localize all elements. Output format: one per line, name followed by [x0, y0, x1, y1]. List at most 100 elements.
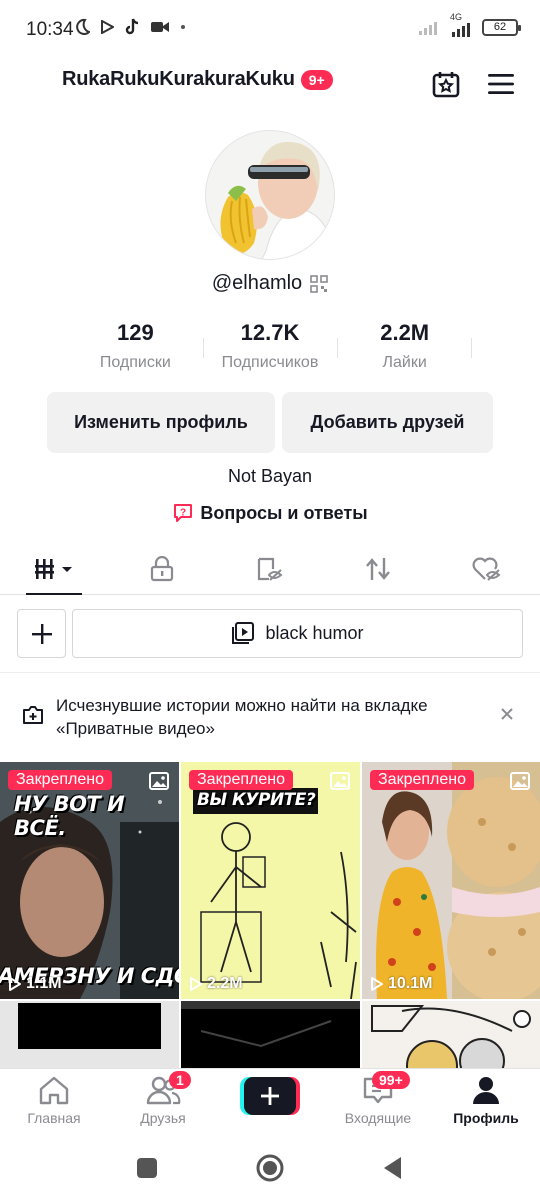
profile-stats: 129 Подписки 12.7K Подписчиков 2.2M Лайк… [68, 320, 472, 380]
add-playlist-button[interactable] [17, 609, 66, 658]
profile-handle[interactable]: @elhamlo [212, 272, 302, 295]
divider [0, 672, 540, 673]
pinned-badge: Закреплено [8, 770, 112, 790]
video-thumbnail[interactable]: Закреплено 10.1M [362, 762, 540, 999]
nav-profile[interactable]: Профиль [436, 1075, 536, 1126]
photo-icon [330, 772, 350, 790]
handle-row: @elhamlo [0, 272, 540, 295]
creator-tools-button[interactable] [428, 66, 464, 102]
view-count: 10.1M [370, 975, 432, 993]
video-thumbnail[interactable] [0, 1001, 179, 1068]
friends-badge: 1 [169, 1071, 191, 1089]
profile-header: RukaRukuKurakuraKuku 9+ [0, 60, 540, 106]
lock-icon [150, 555, 174, 581]
notice-text: Исчезнувшие истории можно найти на вклад… [56, 696, 428, 738]
stats-divider [471, 338, 472, 358]
stat-value: 12.7K [240, 320, 300, 345]
play-icon [371, 977, 383, 991]
tab-liked[interactable] [432, 543, 540, 594]
video-caption-top: НУ ВОТ И ВСЁ. [14, 792, 125, 840]
view-count-value: 1.1M [26, 975, 62, 992]
edit-profile-label: Изменить профиль [74, 412, 248, 432]
plus-icon [261, 1087, 279, 1105]
profile-icon [473, 1077, 499, 1104]
tab-videos[interactable] [0, 543, 108, 595]
heart-off-icon [472, 557, 501, 581]
video-grid: Закреплено НУ ВОТ И ВСЁ. АМЕРЗНУ И СДОХ … [0, 762, 540, 1068]
close-icon[interactable] [497, 704, 517, 724]
battery-icon: 62 [482, 18, 521, 36]
stat-followers[interactable]: 12.7K Подписчиков [202, 320, 338, 380]
pinned-badge: Закреплено [189, 770, 293, 790]
qr-code-icon[interactable] [310, 274, 328, 293]
status-icons-right: 4G 62 [418, 12, 521, 38]
status-time: 10:34 [26, 19, 74, 40]
video-camera-icon [151, 22, 169, 32]
nav-friends-label: Друзья [140, 1110, 186, 1126]
qa-label: Вопросы и ответы [200, 502, 368, 523]
play-icon [9, 977, 21, 991]
grid-icon [35, 558, 72, 579]
disappearing-stories-notice: Исчезнувшие истории можно найти на вклад… [0, 688, 540, 748]
repost-icon [366, 557, 390, 580]
playlist-name: black humor [265, 623, 364, 643]
edit-profile-button[interactable]: Изменить профиль [47, 392, 275, 453]
home-icon [39, 1076, 69, 1105]
video-thumbnail[interactable]: Закреплено ВЫ КУРИТЕ? 2.2M [181, 762, 360, 999]
home-circle-icon[interactable] [255, 1153, 285, 1183]
stat-label: Подписчиков [221, 354, 319, 371]
view-count: 2.2M [189, 975, 243, 993]
tab-reposts[interactable] [324, 543, 432, 594]
pinned-badge: Закреплено [370, 770, 474, 790]
nav-home[interactable]: Главная [4, 1075, 104, 1126]
video-caption-top: ВЫ КУРИТЕ? [197, 790, 316, 810]
stat-likes[interactable]: 2.2M Лайки [337, 320, 472, 380]
inbox-badge: 99+ [372, 1071, 410, 1089]
profile-tabs [0, 543, 540, 595]
tiktok-icon [125, 18, 139, 35]
add-friends-label: Добавить друзей [310, 412, 465, 432]
notification-badge: 9+ [300, 69, 333, 90]
nav-inbox-label: Входящие [344, 1110, 412, 1126]
video-thumbnail[interactable] [362, 1001, 540, 1068]
stat-label: Лайки [382, 354, 427, 371]
video-thumbnail[interactable]: Закреплено НУ ВОТ И ВСЁ. АМЕРЗНУ И СДОХ … [0, 762, 179, 999]
signal-4g-icon: 4G [448, 12, 476, 38]
view-count-value: 2.2M [207, 975, 243, 992]
stat-label: Подписки [99, 354, 171, 371]
add-friends-button[interactable]: Добавить друзей [282, 392, 493, 453]
profile-bio: Not Bayan [227, 466, 313, 486]
stat-following[interactable]: 129 Подписки [68, 320, 203, 380]
svg-text:?: ? [180, 508, 186, 519]
nav-profile-label: Профиль [453, 1110, 519, 1126]
photo-icon [149, 772, 169, 790]
play-icon [190, 977, 202, 991]
bottom-navigation: Главная Друзья 1 Входящие 99+ Профиль [0, 1068, 540, 1138]
hamburger-menu-icon [488, 74, 514, 94]
camera-plus-icon [23, 706, 43, 724]
playlist-chip[interactable]: black humor [72, 609, 523, 658]
menu-button[interactable] [483, 66, 519, 102]
back-icon[interactable] [381, 1155, 405, 1181]
tab-hidden[interactable] [216, 543, 324, 594]
create-button[interactable] [240, 1077, 300, 1115]
nav-friends[interactable]: Друзья [113, 1075, 213, 1126]
eye-off-icon [257, 557, 283, 581]
signal-icon [419, 22, 437, 35]
playlist-icon [232, 621, 255, 644]
view-count: 1.1M [8, 975, 62, 993]
question-bubble-icon: ? [174, 504, 193, 522]
avatar[interactable] [205, 130, 335, 260]
recent-apps-icon[interactable] [135, 1156, 159, 1180]
system-navigation-bar [0, 1138, 540, 1200]
video-thumbnail[interactable] [181, 1001, 360, 1068]
tab-private[interactable] [108, 543, 216, 594]
plus-icon [31, 623, 52, 644]
nav-home-label: Главная [27, 1110, 81, 1126]
play-store-icon [101, 20, 114, 34]
account-switcher[interactable]: RukaRukuKurakuraKuku 9+ [62, 68, 333, 91]
calendar-star-icon [432, 72, 460, 98]
qa-link[interactable]: ? Вопросы и ответы [0, 502, 540, 524]
stat-value: 2.2M [380, 320, 430, 345]
moon-icon [76, 18, 90, 35]
